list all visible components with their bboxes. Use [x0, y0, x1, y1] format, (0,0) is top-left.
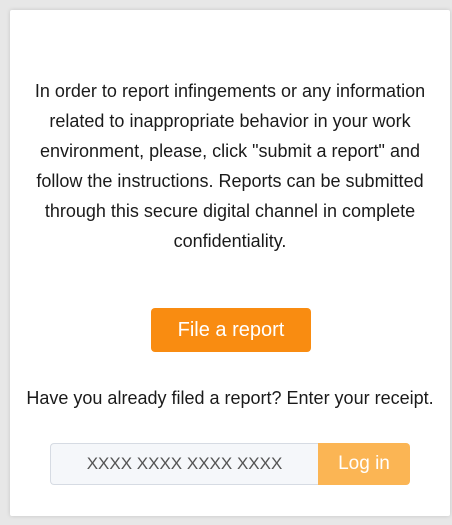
login-button[interactable]: Log in: [318, 443, 410, 485]
intro-text: In order to report infingements or any i…: [34, 81, 426, 251]
report-card: In order to report infingements or any i…: [10, 10, 450, 516]
file-report-button[interactable]: File a report: [151, 308, 311, 352]
receipt-input[interactable]: [50, 443, 318, 485]
receipt-prompt: Have you already filed a report? Enter y…: [26, 388, 434, 408]
